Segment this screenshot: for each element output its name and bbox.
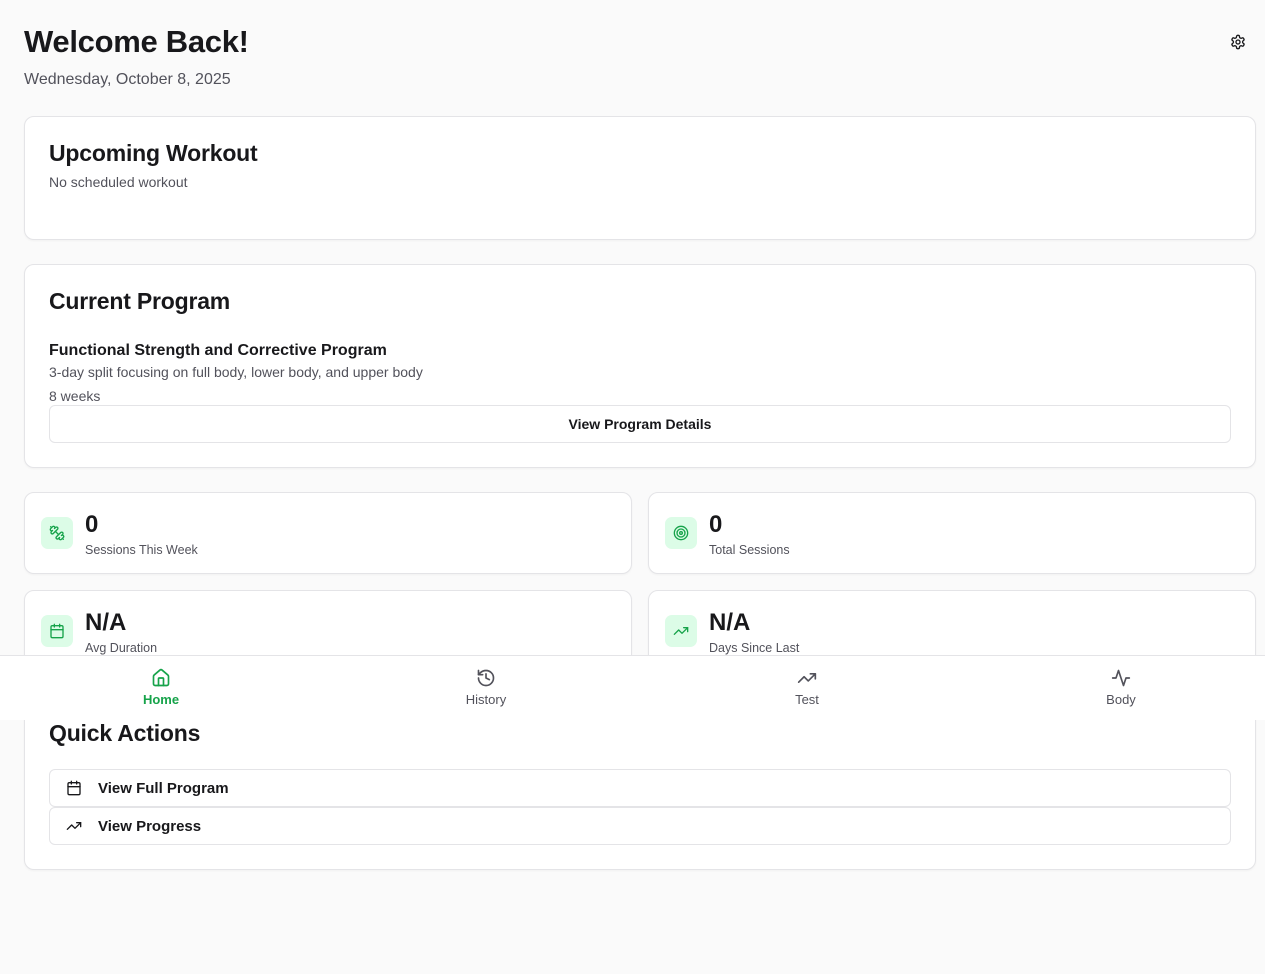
program-description: 3-day split focusing on full body, lower…: [49, 364, 423, 380]
nav-item-body[interactable]: Body: [1081, 668, 1161, 712]
calendar-icon: [66, 780, 82, 796]
current-program-title: Current Program: [49, 288, 231, 314]
home-icon: [152, 668, 170, 687]
stat-card-sessions-this-week: 0 Sessions This Week: [24, 492, 632, 574]
stat-value: N/A: [85, 609, 127, 636]
nav-label: History: [465, 692, 507, 707]
view-program-details-button[interactable]: View Program Details: [49, 405, 1231, 443]
gear-icon: [1231, 34, 1245, 50]
settings-button[interactable]: [1226, 30, 1250, 54]
program-duration: 8 weeks: [49, 388, 101, 404]
dashboard-page: Welcome Back! Wednesday, October 8, 2025…: [0, 0, 1265, 974]
current-date: Wednesday, October 8, 2025: [24, 71, 231, 88]
stat-value: 0: [85, 511, 99, 538]
current-program-card: Current Program Functional Strength and …: [24, 264, 1256, 468]
stat-icon-badge: [665, 517, 697, 549]
stat-card-total-sessions: 0 Total Sessions: [648, 492, 1256, 574]
bottom-nav: Home History Test Body: [0, 655, 1265, 720]
nav-label: Body: [1106, 692, 1136, 707]
program-name: Functional Strength and Corrective Progr…: [49, 342, 387, 359]
view-full-program-button[interactable]: View Full Program: [49, 769, 1231, 807]
action-label: View Full Program: [98, 779, 229, 797]
quick-actions-title: Quick Actions: [49, 720, 201, 746]
stat-icon-badge: [41, 615, 73, 647]
trending-up-icon: [66, 818, 82, 834]
stat-label: Total Sessions: [709, 543, 790, 557]
stat-value: 0: [709, 511, 723, 538]
upcoming-workout-status: No scheduled workout: [49, 174, 188, 190]
trending-up-icon: [673, 627, 689, 635]
nav-label: Home: [142, 692, 180, 707]
nav-label: Test: [795, 692, 819, 707]
action-label: View Progress: [98, 817, 202, 835]
dumbbell-icon: [49, 525, 65, 541]
upcoming-workout-title: Upcoming Workout: [49, 140, 258, 166]
stat-value: N/A: [709, 609, 751, 636]
activity-icon: [1111, 669, 1131, 687]
upcoming-workout-card: Upcoming Workout No scheduled workout: [24, 116, 1256, 240]
nav-item-home[interactable]: Home: [121, 668, 201, 712]
nav-item-history[interactable]: History: [446, 668, 526, 712]
stat-label: Avg Duration: [85, 641, 158, 655]
nav-item-test[interactable]: Test: [767, 668, 847, 712]
calendar-icon: [50, 623, 64, 639]
stat-icon-badge: [41, 517, 73, 549]
stat-label: Sessions This Week: [85, 543, 198, 557]
stat-icon-badge: [665, 615, 697, 647]
view-progress-button[interactable]: View Progress: [49, 807, 1231, 845]
target-icon: [673, 525, 689, 541]
trending-up-icon: [797, 673, 817, 683]
page-title: Welcome Back!: [24, 24, 249, 59]
stat-label: Days Since Last: [709, 641, 800, 655]
history-icon: [477, 669, 495, 687]
